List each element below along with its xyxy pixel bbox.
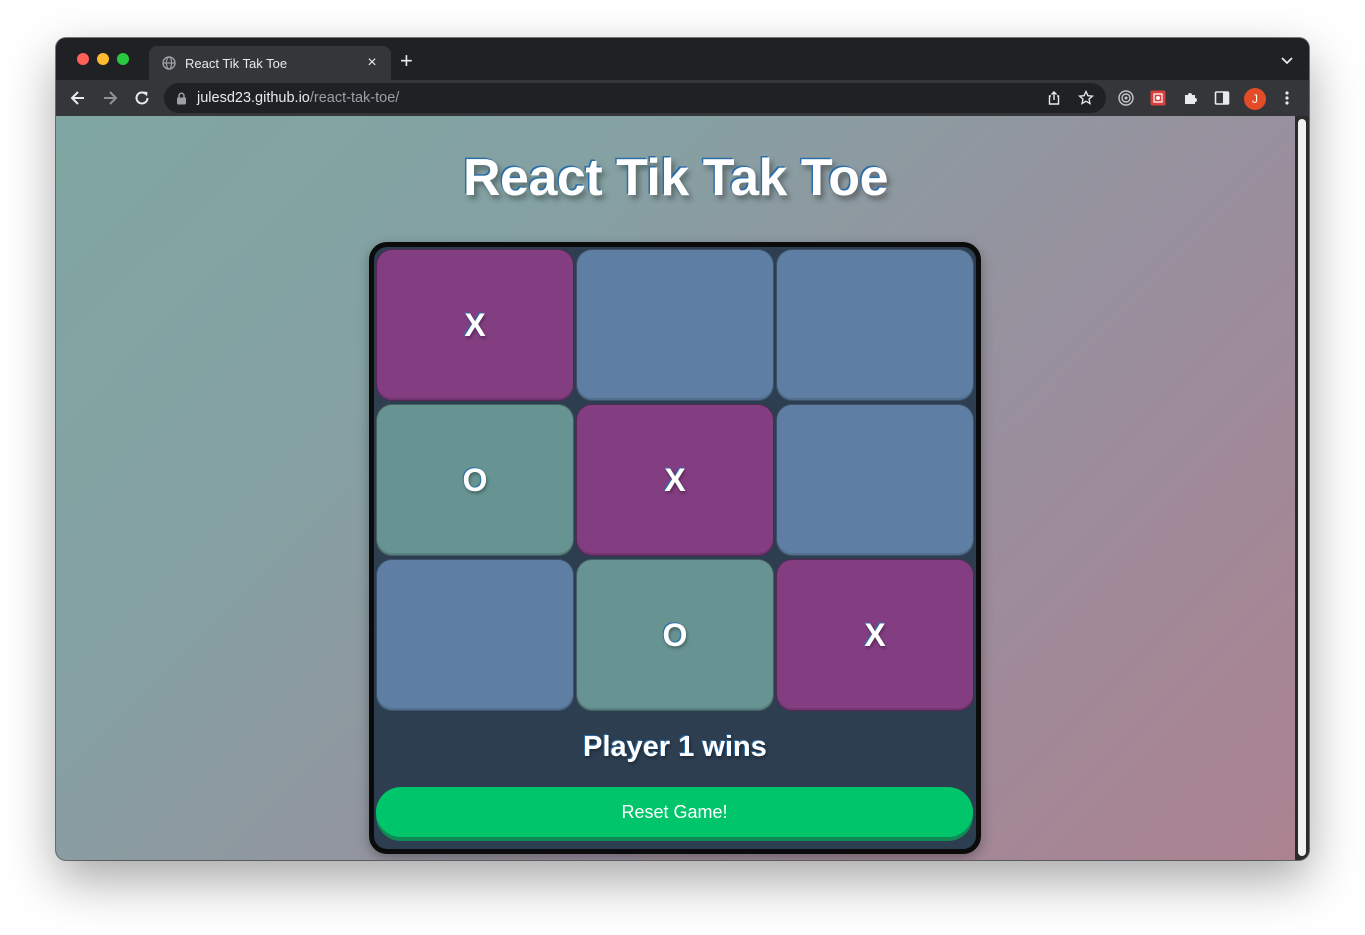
- forward-icon[interactable]: [100, 88, 120, 108]
- profile-avatar[interactable]: J: [1244, 88, 1266, 110]
- board-grid: X O X O X: [376, 249, 974, 711]
- side-panel-icon[interactable]: [1214, 90, 1230, 106]
- reset-game-button[interactable]: Reset Game!: [376, 787, 973, 837]
- url-path: /react-tak-toe/: [309, 90, 400, 106]
- more-menu-icon[interactable]: [1279, 90, 1295, 106]
- chevron-down-icon[interactable]: [1279, 52, 1295, 68]
- new-tab-button[interactable]: +: [400, 50, 413, 72]
- reload-icon[interactable]: [132, 88, 152, 108]
- tab-close-icon[interactable]: ×: [363, 54, 381, 72]
- browser-window: React Tik Tak Toe × + julesd23.github.io…: [56, 38, 1309, 860]
- extension-red-icon[interactable]: [1150, 90, 1166, 106]
- puzzle-icon[interactable]: [1182, 90, 1198, 106]
- board-cell[interactable]: X: [376, 249, 574, 401]
- scrollbar-thumb[interactable]: [1298, 119, 1306, 856]
- globe-icon: [161, 55, 177, 71]
- page-viewport: React Tik Tak Toe X O X O X Player 1 win…: [56, 116, 1309, 860]
- share-icon[interactable]: [1046, 90, 1062, 106]
- star-icon[interactable]: [1078, 89, 1094, 106]
- board-cell[interactable]: [376, 559, 574, 711]
- board-cell[interactable]: [576, 249, 774, 401]
- url-host: julesd23.github.io: [197, 90, 310, 106]
- board-cell[interactable]: O: [576, 559, 774, 711]
- address-bar[interactable]: julesd23.github.io/react-tak-toe/: [164, 83, 1106, 113]
- close-window-button[interactable]: [77, 53, 89, 65]
- board-cell[interactable]: [776, 404, 974, 556]
- board-cell[interactable]: X: [776, 559, 974, 711]
- minimize-window-button[interactable]: [97, 53, 109, 65]
- browser-toolbar: julesd23.github.io/react-tak-toe/ J: [56, 80, 1309, 116]
- lock-icon: [176, 92, 187, 105]
- browser-tab[interactable]: React Tik Tak Toe ×: [149, 46, 391, 80]
- page-title: React Tik Tak Toe: [463, 149, 889, 207]
- url-text: julesd23.github.io/react-tak-toe/: [197, 90, 399, 106]
- game-board: X O X O X Player 1 wins Reset Game!: [369, 242, 981, 854]
- board-cell[interactable]: X: [576, 404, 774, 556]
- tab-title: React Tik Tak Toe: [185, 55, 288, 71]
- board-cell[interactable]: [776, 249, 974, 401]
- game-status: Player 1 wins: [583, 731, 767, 763]
- scrollbar[interactable]: [1295, 116, 1309, 860]
- board-cell[interactable]: O: [376, 404, 574, 556]
- tab-strip: React Tik Tak Toe × +: [56, 38, 1309, 80]
- extension-target-icon[interactable]: [1118, 90, 1134, 106]
- back-icon[interactable]: [68, 88, 88, 108]
- zoom-window-button[interactable]: [117, 53, 129, 65]
